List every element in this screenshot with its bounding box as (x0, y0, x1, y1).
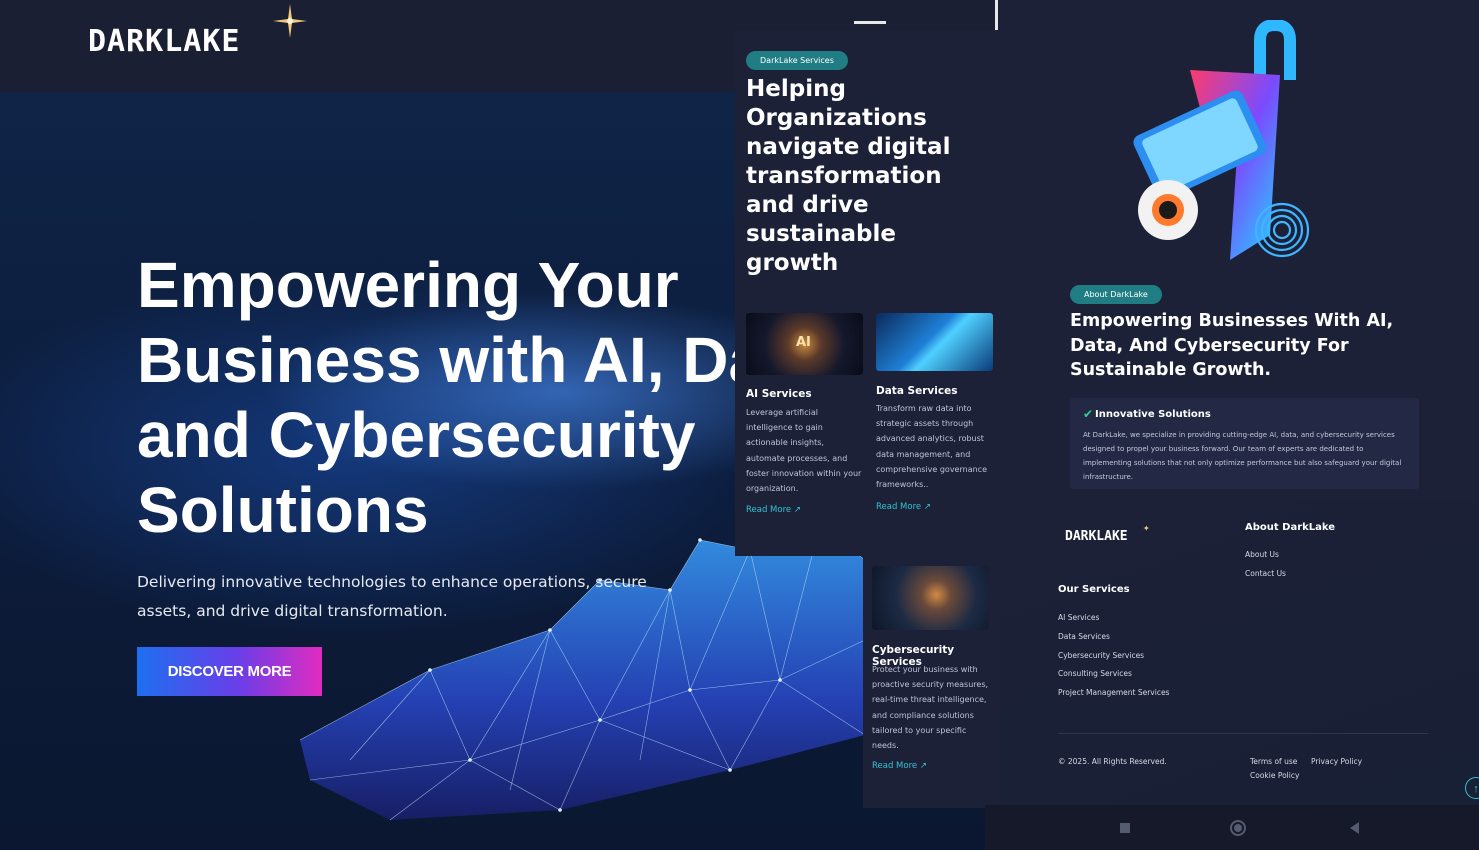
cybersecurity-services-image[interactable] (872, 566, 989, 630)
footer-link-ai-services[interactable]: AI Services (1058, 613, 1099, 622)
about-badge: About DarkLake (1070, 285, 1162, 304)
copyright-text: © 2025. All Rights Reserved. (1058, 757, 1167, 766)
services-heading: Helping Organizations navigate digital t… (746, 76, 951, 276)
footer-link-terms[interactable]: Terms of use (1250, 757, 1297, 766)
back-triangle-icon (1350, 822, 1359, 834)
data-services-read-more-link[interactable]: Read More ↗ (876, 502, 931, 512)
check-icon: ✔ (1083, 407, 1094, 421)
services-screen: DarkLake Services Helping Organizations … (735, 31, 1000, 556)
footer-divider (1058, 733, 1428, 734)
security-illustration (1133, 20, 1310, 260)
data-services-description: Transform raw data into strategic assets… (876, 404, 987, 490)
footer-about-heading: About DarkLake (1245, 522, 1336, 533)
ai-services-description: Leverage artificial intelligence to gain… (746, 408, 862, 494)
footer-link-data-services[interactable]: Data Services (1058, 632, 1110, 641)
services-screen-continued: Cybersecurity Services Protect your busi… (863, 556, 1000, 808)
footer-logo-text: DARKLAKE (1065, 529, 1128, 544)
footer-link-contact-us[interactable]: Contact Us (1245, 569, 1286, 578)
footer-link-about-us[interactable]: About Us (1245, 550, 1279, 559)
footer-link-consulting-services[interactable]: Consulting Services (1058, 669, 1132, 678)
feature-title: Innovative Solutions (1095, 409, 1211, 420)
hero-subtitle: Delivering innovative technologies to en… (137, 573, 647, 620)
menu-icon[interactable] (854, 21, 886, 24)
cybersecurity-services-read-more-link[interactable]: Read More ↗ (872, 761, 927, 771)
discover-more-button[interactable]: DISCOVER MORE (137, 647, 322, 696)
logo-text: DARKLAKE (88, 24, 241, 59)
star-sparkle-icon (273, 4, 307, 38)
innovative-solutions-card: ✔ Innovative Solutions At DarkLake, we s… (1070, 398, 1419, 489)
home-button[interactable] (1228, 818, 1248, 838)
ai-services-read-more-link[interactable]: Read More ↗ (746, 505, 801, 515)
cybersecurity-services-description: Protect your business with proactive sec… (872, 665, 989, 751)
recent-apps-button[interactable] (1115, 818, 1135, 838)
window-divider (995, 0, 998, 30)
data-services-image[interactable] (876, 313, 993, 371)
services-badge: DarkLake Services (746, 51, 848, 70)
brand-logo[interactable]: DARKLAKE (88, 4, 307, 59)
about-screen: About DarkLake Empowering Businesses Wit… (1000, 0, 1479, 500)
ai-services-title: AI Services (746, 388, 812, 400)
footer-screen: DARKLAKE ✦ About DarkLake About Us Conta… (1000, 500, 1479, 805)
circle-nav-icon (1230, 820, 1246, 836)
ai-services-image[interactable]: AI (746, 313, 863, 375)
data-services-title: Data Services (876, 385, 958, 397)
footer-link-privacy[interactable]: Privacy Policy (1311, 757, 1362, 766)
footer-link-project-management-services[interactable]: Project Management Services (1058, 688, 1169, 697)
back-button[interactable] (1345, 818, 1365, 838)
ai-image-label: AI (796, 335, 811, 350)
system-navigation-bar (985, 805, 1479, 850)
star-sparkle-icon: ✦ (1143, 521, 1150, 534)
footer-logo[interactable]: DARKLAKE ✦ (1065, 521, 1150, 544)
square-nav-icon (1120, 823, 1130, 833)
about-title: Empowering Businesses With AI, Data, And… (1070, 311, 1394, 380)
feature-text: At DarkLake, we specialize in providing … (1083, 431, 1402, 481)
footer-link-cookie[interactable]: Cookie Policy (1250, 771, 1299, 780)
scroll-to-top-button[interactable]: ↑ (1465, 777, 1479, 799)
footer-link-cybersecurity-services[interactable]: Cybersecurity Services (1058, 651, 1144, 660)
arrow-up-icon: ↑ (1473, 783, 1479, 795)
footer-services-heading: Our Services (1058, 584, 1130, 595)
